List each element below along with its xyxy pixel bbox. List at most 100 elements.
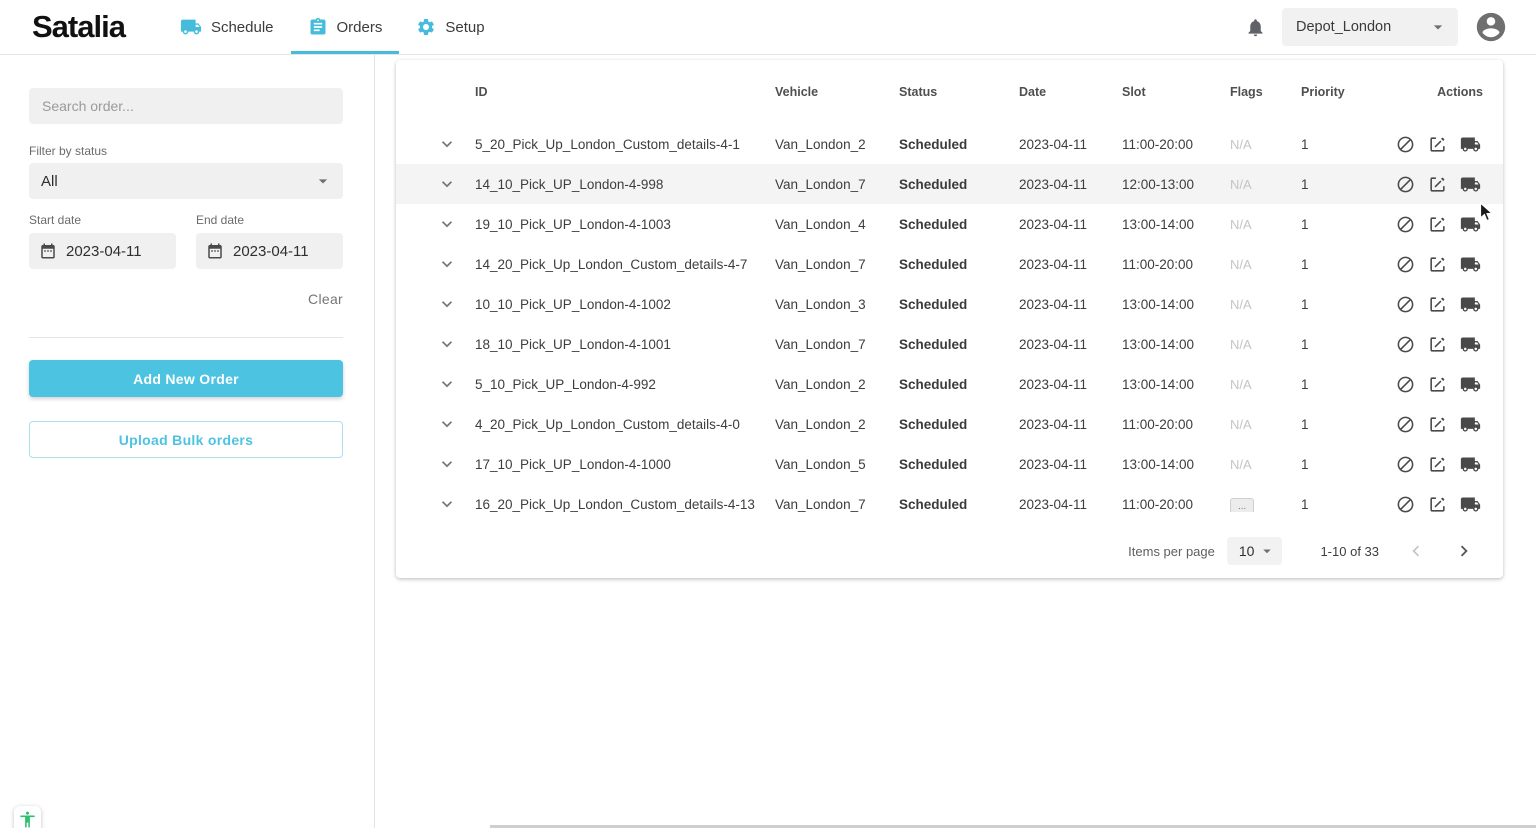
edit-order-icon[interactable] xyxy=(1428,134,1447,155)
flags-value: N/A xyxy=(1230,257,1252,272)
tab-schedule[interactable]: Schedule xyxy=(163,0,291,54)
assign-vehicle-icon[interactable] xyxy=(1460,334,1481,355)
flags-cell: N/A xyxy=(1230,177,1301,192)
status-cell: Scheduled xyxy=(899,457,1019,472)
actions-cell xyxy=(1393,494,1503,515)
column-header-date: Date xyxy=(1019,85,1122,99)
status-cell: Scheduled xyxy=(899,177,1019,192)
cancel-order-icon[interactable] xyxy=(1396,294,1415,315)
truck-icon xyxy=(180,16,202,38)
vehicle-cell: Van_London_7 xyxy=(775,497,899,512)
row-expand-chevron-icon[interactable] xyxy=(437,334,457,354)
assign-vehicle-icon[interactable] xyxy=(1460,214,1481,235)
cancel-order-icon[interactable] xyxy=(1396,374,1415,395)
items-per-page-select[interactable]: 10 xyxy=(1227,537,1283,565)
row-expand-chevron-icon[interactable] xyxy=(437,494,457,514)
edit-order-icon[interactable] xyxy=(1428,374,1447,395)
cancel-order-icon[interactable] xyxy=(1396,134,1415,155)
assign-vehicle-icon[interactable] xyxy=(1460,134,1481,155)
edit-order-icon[interactable] xyxy=(1428,294,1447,315)
priority-cell: 1 xyxy=(1301,257,1393,272)
tab-orders[interactable]: Orders xyxy=(291,0,400,54)
cancel-order-icon[interactable] xyxy=(1396,254,1415,275)
edit-order-icon[interactable] xyxy=(1428,334,1447,355)
status-filter-select[interactable]: All xyxy=(29,163,343,199)
vehicle-cell: Van_London_2 xyxy=(775,137,899,152)
slot-cell: 13:00-14:00 xyxy=(1122,337,1230,352)
search-order-input[interactable] xyxy=(29,88,343,124)
row-expand-chevron-icon[interactable] xyxy=(437,134,457,154)
next-page-icon[interactable] xyxy=(1453,540,1475,562)
status-cell: Scheduled xyxy=(899,497,1019,512)
priority-cell: 1 xyxy=(1301,497,1393,512)
vehicle-cell: Van_London_7 xyxy=(775,337,899,352)
previous-page-icon[interactable] xyxy=(1405,540,1427,562)
assign-vehicle-icon[interactable] xyxy=(1460,254,1481,275)
slot-cell: 12:00-13:00 xyxy=(1122,177,1230,192)
vehicle-cell: Van_London_3 xyxy=(775,297,899,312)
cancel-order-icon[interactable] xyxy=(1396,494,1415,515)
order-id-cell: 17_10_Pick_UP_London-4-1000 xyxy=(475,457,775,472)
notification-bell-icon[interactable] xyxy=(1245,17,1266,38)
accessibility-widget[interactable] xyxy=(14,806,41,828)
table-row: 17_10_Pick_UP_London-4-1000 Van_London_5… xyxy=(396,444,1503,484)
tab-setup[interactable]: Setup xyxy=(399,0,501,54)
column-header-vehicle: Vehicle xyxy=(775,85,899,99)
assign-vehicle-icon[interactable] xyxy=(1460,294,1481,315)
assign-vehicle-icon[interactable] xyxy=(1460,454,1481,475)
depot-selector[interactable]: Depot_London xyxy=(1282,8,1458,46)
row-expand-chevron-icon[interactable] xyxy=(437,174,457,194)
actions-cell xyxy=(1393,294,1503,315)
start-date-value: 2023-04-11 xyxy=(66,243,142,260)
calendar-icon xyxy=(206,242,224,260)
column-header-priority: Priority xyxy=(1301,85,1393,99)
edit-order-icon[interactable] xyxy=(1428,254,1447,275)
assign-vehicle-icon[interactable] xyxy=(1460,494,1481,515)
flags-cell: N/A xyxy=(1230,217,1301,232)
row-expand-chevron-icon[interactable] xyxy=(437,374,457,394)
calendar-icon xyxy=(39,242,57,260)
cancel-order-icon[interactable] xyxy=(1396,174,1415,195)
assign-vehicle-icon[interactable] xyxy=(1460,414,1481,435)
edit-order-icon[interactable] xyxy=(1428,214,1447,235)
row-expand-chevron-icon[interactable] xyxy=(437,214,457,234)
edit-order-icon[interactable] xyxy=(1428,454,1447,475)
cancel-order-icon[interactable] xyxy=(1396,454,1415,475)
order-id-cell: 18_10_Pick_UP_London-4-1001 xyxy=(475,337,775,352)
column-header-slot: Slot xyxy=(1122,85,1230,99)
edit-order-icon[interactable] xyxy=(1428,494,1447,515)
flags-cell: N/A xyxy=(1230,297,1301,312)
table-row: 16_20_Pick_Up_London_Custom_details-4-13… xyxy=(396,484,1503,524)
row-expand-chevron-icon[interactable] xyxy=(437,454,457,474)
cancel-order-icon[interactable] xyxy=(1396,334,1415,355)
top-bar: Satalia Schedule Orders Setup Depot_Lond… xyxy=(0,0,1536,55)
flags-value: N/A xyxy=(1230,417,1252,432)
cancel-order-icon[interactable] xyxy=(1396,214,1415,235)
date-cell: 2023-04-11 xyxy=(1019,377,1122,392)
edit-order-icon[interactable] xyxy=(1428,174,1447,195)
user-avatar-icon[interactable] xyxy=(1474,10,1508,44)
add-new-order-button[interactable]: Add New Order xyxy=(29,360,343,397)
row-expand-chevron-icon[interactable] xyxy=(437,254,457,274)
order-id-cell: 10_10_Pick_UP_London-4-1002 xyxy=(475,297,775,312)
upload-bulk-orders-button[interactable]: Upload Bulk orders xyxy=(29,421,343,458)
tab-schedule-label: Schedule xyxy=(211,19,274,36)
edit-order-icon[interactable] xyxy=(1428,414,1447,435)
row-expand-chevron-icon[interactable] xyxy=(437,294,457,314)
clear-filters-link[interactable]: Clear xyxy=(308,291,343,307)
vehicle-cell: Van_London_2 xyxy=(775,417,899,432)
flags-cell: N/A xyxy=(1230,337,1301,352)
cancel-order-icon[interactable] xyxy=(1396,414,1415,435)
items-per-page-value: 10 xyxy=(1239,543,1255,559)
orders-table-body: 5_20_Pick_Up_London_Custom_details-4-1 V… xyxy=(396,124,1503,524)
table-row: 14_10_Pick_UP_London-4-998 Van_London_7 … xyxy=(396,164,1503,204)
row-expand-chevron-icon[interactable] xyxy=(437,414,457,434)
assign-vehicle-icon[interactable] xyxy=(1460,174,1481,195)
end-date-input[interactable]: 2023-04-11 xyxy=(196,233,343,269)
order-id-cell: 5_10_Pick_UP_London-4-992 xyxy=(475,377,775,392)
flags-cell: N/A xyxy=(1230,137,1301,152)
flags-cell: N/A xyxy=(1230,417,1301,432)
slot-cell: 11:00-20:00 xyxy=(1122,417,1230,432)
start-date-input[interactable]: 2023-04-11 xyxy=(29,233,176,269)
assign-vehicle-icon[interactable] xyxy=(1460,374,1481,395)
